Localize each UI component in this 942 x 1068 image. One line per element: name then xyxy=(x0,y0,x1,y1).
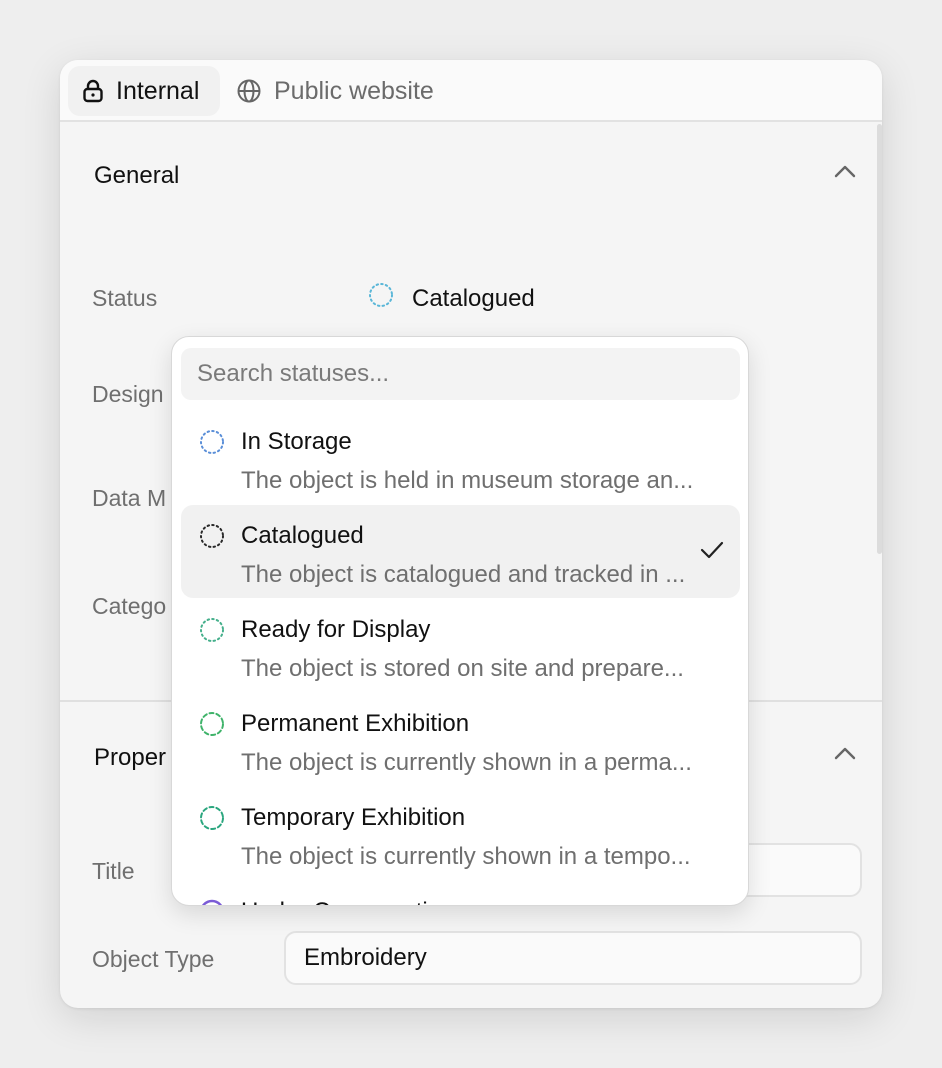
tab-internal-label: Internal xyxy=(116,76,200,105)
tab-internal[interactable]: Internal xyxy=(68,66,220,116)
status-option-temporary-exhibition[interactable]: Temporary Exhibition The object is curren… xyxy=(181,787,740,880)
status-search-input[interactable] xyxy=(181,348,740,400)
status-option-name: Catalogued xyxy=(241,522,364,549)
designation-label: Design xyxy=(92,381,164,407)
status-option-name: Ready for Display xyxy=(241,616,431,643)
dotted-circle-icon xyxy=(199,523,225,554)
status-option-description: The object is currently shown in a perma… xyxy=(241,749,692,776)
general-section-title: General xyxy=(94,162,180,189)
status-value-text: Catalogued xyxy=(412,284,535,312)
status-option-name: In Storage xyxy=(241,428,352,455)
status-option-ready-for-display[interactable]: Ready for Display The object is stored on… xyxy=(181,599,740,692)
dotted-circle-icon xyxy=(199,617,225,648)
object-type-label: Object Type xyxy=(92,946,215,972)
status-select[interactable]: Catalogued xyxy=(368,282,535,315)
status-dotted-circle-icon xyxy=(368,282,394,315)
lock-icon xyxy=(82,79,104,103)
status-option-permanent-exhibition[interactable]: Permanent Exhibition The object is curren… xyxy=(181,693,740,786)
tab-public-label: Public website xyxy=(274,76,434,105)
scrollbar[interactable] xyxy=(877,124,882,554)
status-option-name: Permanent Exhibition xyxy=(241,710,470,737)
chevron-up-icon[interactable] xyxy=(834,746,856,765)
globe-icon xyxy=(236,78,262,104)
status-option-description: The object is catalogued and tracked in … xyxy=(241,561,686,588)
dotted-circle-icon xyxy=(199,429,225,460)
category-label: Catego xyxy=(92,593,167,619)
status-option-description: The object is currently shown in a tempo… xyxy=(241,843,691,870)
dotted-circle-icon xyxy=(199,805,225,836)
status-option-description: The object is held in museum storage an.… xyxy=(241,467,694,494)
status-option-description: The object is stored on site and prepare… xyxy=(241,655,684,682)
data-label: Data M xyxy=(92,485,167,511)
visibility-tabs: Internal Public website xyxy=(60,60,882,122)
status-option-name: Temporary Exhibition xyxy=(241,804,466,831)
properties-section-title: Proper xyxy=(94,744,167,771)
object-type-input[interactable]: Embroidery xyxy=(284,931,862,985)
tab-public-website[interactable]: Public website xyxy=(222,66,448,116)
dotted-circle-icon xyxy=(199,711,225,742)
circle-minus-icon xyxy=(199,899,225,905)
status-option-under-conservation[interactable]: Under Conservation xyxy=(181,881,740,905)
status-option-catalogued[interactable]: Catalogued The object is catalogued and t… xyxy=(181,505,740,598)
title-label: Title xyxy=(92,858,135,884)
status-option-in-storage[interactable]: In Storage The object is held in museum s… xyxy=(181,411,740,504)
status-dropdown: In Storage The object is held in museum s… xyxy=(171,336,749,906)
status-option-name: Under Conservation xyxy=(241,898,454,905)
checkmark-icon xyxy=(700,541,724,564)
object-type-value: Embroidery xyxy=(304,944,427,971)
status-label: Status xyxy=(92,285,158,311)
chevron-up-icon[interactable] xyxy=(834,164,856,183)
